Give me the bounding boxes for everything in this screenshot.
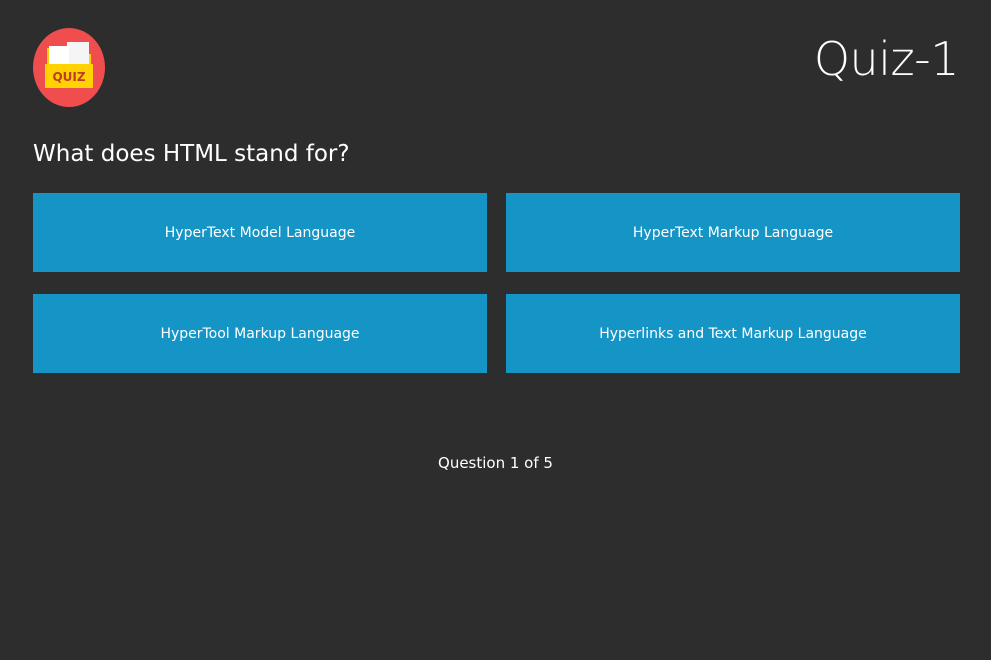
answer-options: HyperText Model Language HyperText Marku…: [33, 193, 960, 373]
quiz-logo-icon: QUIZ: [33, 28, 105, 107]
page-title: Quiz-1: [813, 32, 960, 86]
answer-option-3[interactable]: HyperTool Markup Language: [33, 294, 487, 373]
answer-option-2[interactable]: HyperText Markup Language: [506, 193, 960, 272]
question-text: What does HTML stand for?: [33, 141, 350, 167]
header: QUIZ Quiz-1: [33, 28, 960, 108]
answer-option-4[interactable]: Hyperlinks and Text Markup Language: [506, 294, 960, 373]
answer-option-1[interactable]: HyperText Model Language: [33, 193, 487, 272]
question-progress: Question 1 of 5: [438, 454, 553, 472]
quiz-logo: QUIZ: [33, 28, 105, 107]
logo-text: QUIZ: [52, 70, 85, 84]
quiz-page: QUIZ Quiz-1 What does HTML stand for? Hy…: [0, 0, 991, 660]
